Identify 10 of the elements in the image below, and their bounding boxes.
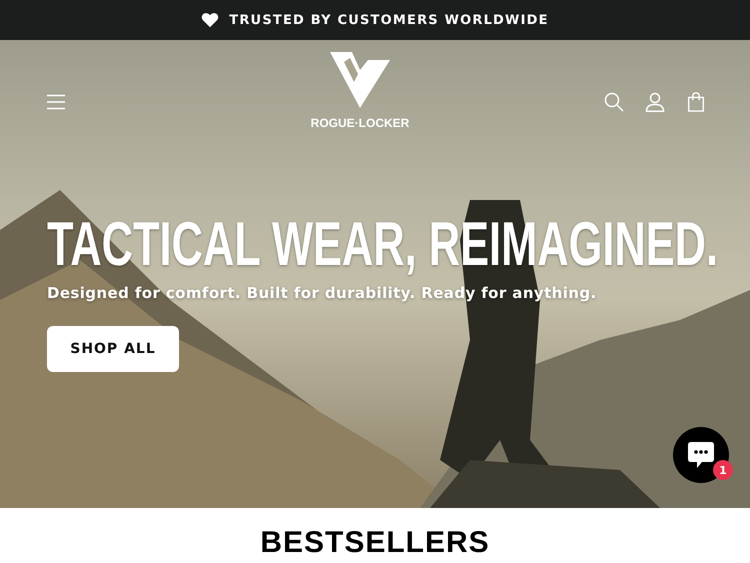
shop-all-button[interactable]: SHOP ALL (47, 326, 179, 372)
heart-icon (201, 12, 220, 28)
chat-bubble-icon (686, 440, 716, 470)
shopping-bag-icon[interactable] (686, 92, 706, 112)
menu-icon[interactable] (46, 92, 66, 112)
account-icon[interactable] (644, 92, 665, 112)
announcement-text: TRUSTED BY CUSTOMERS WORLDWIDE (229, 12, 549, 28)
search-icon[interactable] (604, 92, 624, 112)
logo-mark-icon[interactable] (330, 52, 390, 108)
section-heading: BESTSELLERS (259, 526, 491, 560)
